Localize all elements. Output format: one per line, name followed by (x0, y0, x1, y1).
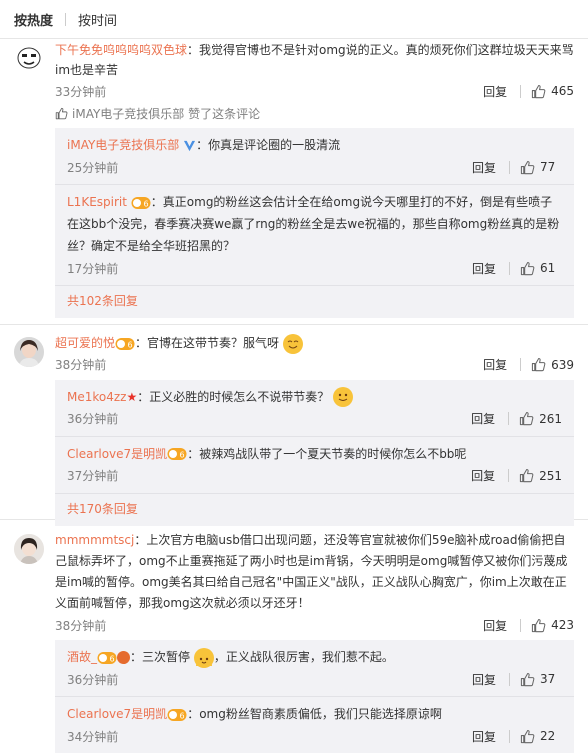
reply-item: Me1ko4zz★：正义必胜的时候怎么不说带节奏？ 36分钟前 回复 261 (55, 380, 574, 437)
smile-emoji-icon (333, 387, 354, 407)
replies-box: 酒故_ ：三次暂停 ，正义战队很厉害，我们惹不起。 36分钟前 回复 37 Cle… (55, 640, 574, 753)
comment-username[interactable]: mmmmmtscj (55, 533, 134, 547)
timestamp: 25分钟前 (67, 160, 119, 175)
divider (509, 160, 510, 174)
comment-actions: 回复 465 (483, 83, 574, 100)
like-icon[interactable] (531, 84, 546, 99)
reply-button[interactable]: 回复 (472, 159, 496, 176)
like-icon[interactable] (519, 411, 534, 426)
reply-item: L1KEspirit ：真正omg的粉丝这会估计全在给omg说今天哪里打的不好，… (55, 185, 574, 286)
reply-button[interactable]: 回复 (483, 356, 507, 373)
reply-username[interactable]: iMAY电子竞技俱乐部 (67, 138, 179, 152)
tab-hot[interactable]: 按热度 (14, 10, 53, 29)
comment-text: 超可爱的悦 ：官博在这带节奏？服气呀 (55, 333, 574, 354)
reply-username[interactable]: Clearlove7是明凯 (67, 447, 167, 461)
vip-badge-icon (167, 708, 187, 722)
reply-item: Clearlove7是明凯 ：omg粉丝智商素质偏低，我们只能选择原谅啊 34分钟… (55, 697, 574, 753)
verified-v-icon (184, 140, 196, 152)
reply-button[interactable]: 回复 (472, 728, 496, 745)
tab-divider (65, 12, 67, 26)
timestamp: 33分钟前 (55, 84, 107, 99)
like-count: 465 (551, 84, 574, 98)
timestamp: 17分钟前 (67, 261, 119, 276)
divider (520, 618, 522, 632)
like-count: 22 (540, 729, 556, 743)
avatar[interactable] (14, 337, 44, 367)
comment-meta: 38分钟前 回复 423 (55, 614, 574, 636)
reply-button[interactable]: 回复 (483, 83, 507, 100)
like-icon[interactable] (531, 357, 546, 372)
comment-item: 下午免免呜呜呜呜双色球：我觉得官博也不是针对omg说的正义。真的烦死你们这群垃圾… (0, 39, 588, 325)
divider (520, 358, 522, 371)
timestamp: 37分钟前 (67, 469, 119, 483)
cat-emoji-icon (193, 647, 214, 668)
comment-meta: 38分钟前 回复 639 (55, 354, 574, 376)
reply-username[interactable]: 酒故_ (67, 650, 97, 664)
vip-badge-icon (131, 196, 151, 210)
comment-item: 超可爱的悦 ：官博在这带节奏？服气呀 38分钟前 回复 639 Me1ko4zz★… (0, 325, 588, 526)
liked-by-notice: iMAY电子竞技俱乐部 赞了这条评论 (55, 102, 574, 124)
like-icon[interactable] (519, 468, 534, 483)
comment-item: mmmmmtscj：上次官方电脑usb借口出现问题，还没等官宣就被你们59e脑补… (0, 520, 588, 753)
vip-badge-icon (167, 447, 187, 461)
timestamp: 38分钟前 (55, 358, 107, 372)
comment-username[interactable]: 下午免免呜呜呜呜双色球 (55, 43, 187, 57)
avatar[interactable] (14, 534, 44, 564)
like-count: 251 (539, 468, 562, 483)
replies-box: Me1ko4zz★：正义必胜的时候怎么不说带节奏？ 36分钟前 回复 261 C… (55, 379, 574, 526)
like-count: 261 (539, 411, 562, 426)
divider (509, 261, 510, 275)
like-count: 639 (551, 357, 574, 372)
comment-text: mmmmmtscj：上次官方电脑usb借口出现问题，还没等官宣就被你们59e脑补… (55, 533, 568, 610)
timestamp: 36分钟前 (67, 672, 119, 687)
like-icon[interactable] (520, 261, 535, 276)
sort-tabs: 按热度 按时间 (0, 0, 588, 39)
reply-username[interactable]: L1KEspirit (67, 195, 127, 209)
more-replies-link[interactable]: 共102条回复 (55, 286, 574, 318)
like-count: 423 (551, 618, 574, 632)
divider (520, 84, 522, 98)
reply-button[interactable]: 回复 (483, 617, 507, 634)
comment-username[interactable]: 超可爱的悦 (55, 336, 115, 350)
reply-button[interactable]: 回复 (472, 671, 496, 688)
divider (509, 672, 510, 686)
divider (508, 469, 510, 482)
like-icon[interactable] (520, 729, 535, 744)
reply-item: Clearlove7是明凯 ：被辣鸡战队带了一个夏天节奏的时候你怎么不bb呢 37… (55, 437, 574, 494)
vip-badge-icon (97, 651, 117, 665)
reply-button[interactable]: 回复 (472, 260, 496, 277)
tab-time[interactable]: 按时间 (78, 10, 117, 29)
reply-username[interactable]: Me1ko4zz (67, 390, 126, 404)
like-count: 61 (540, 261, 556, 275)
reply-username[interactable]: Clearlove7是明凯 (67, 707, 167, 721)
timestamp: 38分钟前 (55, 618, 107, 633)
like-icon[interactable] (520, 672, 535, 687)
comment-meta: 33分钟前 回复 465 (55, 80, 574, 102)
like-count: 37 (540, 672, 556, 686)
reply-button[interactable]: 回复 (471, 467, 495, 484)
timestamp: 34分钟前 (67, 729, 119, 744)
like-icon (55, 107, 68, 120)
like-icon[interactable] (531, 618, 546, 633)
star-badge-icon: ★ (126, 389, 138, 404)
reply-item: iMAY电子竞技俱乐部 ：你真是评论圈的一股清流 25分钟前 回复 77 (55, 128, 574, 185)
reply-button[interactable]: 回复 (471, 410, 495, 427)
reply-item: 酒故_ ：三次暂停 ，正义战队很厉害，我们惹不起。 36分钟前 回复 37 (55, 640, 574, 697)
like-count: 77 (540, 160, 556, 174)
avatar[interactable] (14, 45, 44, 75)
replies-box: iMAY电子竞技俱乐部 ：你真是评论圈的一股清流 25分钟前 回复 77 L1K… (55, 128, 574, 318)
timestamp: 36分钟前 (67, 412, 119, 426)
like-icon[interactable] (520, 160, 535, 175)
divider (508, 412, 510, 425)
divider (509, 729, 510, 743)
smile-emoji-icon (282, 333, 303, 354)
vip-badge-icon (115, 337, 135, 351)
comment-text: 下午免免呜呜呜呜双色球：我觉得官博也不是针对omg说的正义。真的烦死你们这群垃圾… (55, 43, 574, 77)
medal-icon (117, 651, 131, 664)
